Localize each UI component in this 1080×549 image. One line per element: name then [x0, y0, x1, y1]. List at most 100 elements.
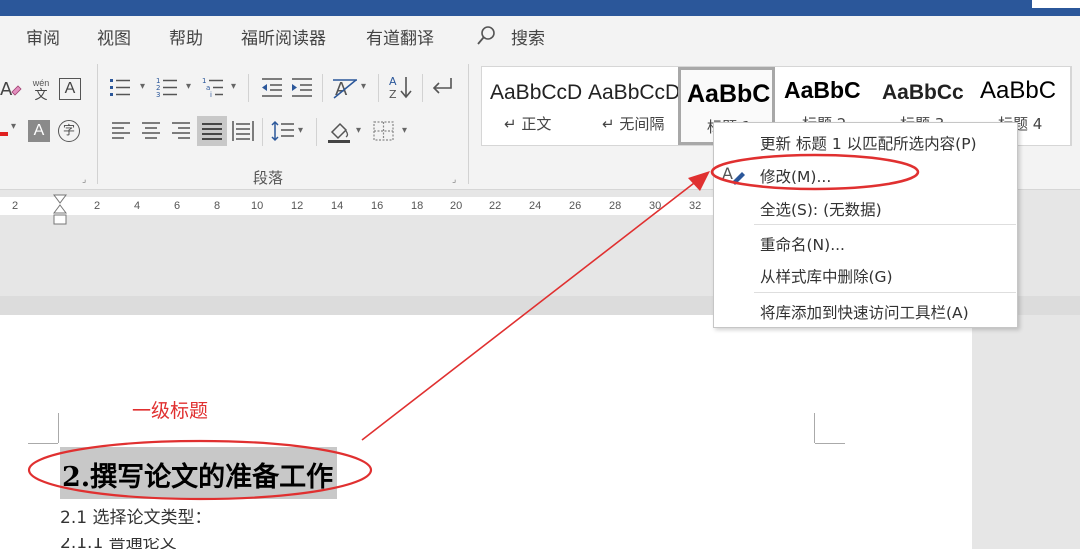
group-separator	[262, 118, 263, 146]
menu-item-add-to-quick-access[interactable]: 将库添加到快速访问工具栏(A)	[760, 301, 969, 323]
ribbon-tab-bar: 审阅 视图 帮助 福昕阅读器 有道翻译 搜索	[0, 16, 1080, 56]
style-no-spacing[interactable]: AaBbCcD ↵ 无间隔	[580, 67, 681, 145]
phonetic-guide-char: 文	[34, 87, 48, 102]
ruler-number: 30	[649, 200, 662, 212]
ruler-number: 26	[569, 200, 582, 212]
style-normal[interactable]: AaBbCcD ↵ 正文	[482, 67, 582, 145]
document-margin-area	[972, 315, 1080, 549]
svg-text:3: 3	[156, 91, 160, 98]
group-separator	[97, 64, 98, 184]
menu-item-rename[interactable]: 重命名(N)...	[760, 233, 845, 255]
sort-icon[interactable]: A Z	[387, 74, 415, 100]
svg-text:i: i	[210, 91, 212, 98]
crop-mark	[815, 443, 845, 444]
borders-icon[interactable]	[372, 120, 396, 142]
style-sample: AaBbCcD	[588, 81, 681, 104]
svg-text:A: A	[722, 164, 733, 183]
tab-help[interactable]: 帮助	[169, 24, 203, 49]
style-sample: AaBbC	[980, 77, 1057, 104]
ruler-number: 4	[134, 200, 141, 212]
document-body-line-partial[interactable]: 2.1.1 普通论文	[60, 538, 180, 549]
bullets-dropdown-icon[interactable]: ▾	[140, 82, 145, 92]
title-bar	[0, 0, 1080, 16]
font-color-dropdown-icon[interactable]: ▾	[11, 122, 16, 132]
enclose-characters-button[interactable]: 字	[58, 120, 80, 142]
decrease-indent-icon[interactable]	[258, 76, 286, 98]
ruler-number: 10	[251, 200, 264, 212]
multilevel-list-icon[interactable]: 1ai	[201, 76, 229, 98]
ruler-number: 8	[214, 200, 221, 212]
crop-mark	[58, 413, 59, 443]
tab-view[interactable]: 视图	[97, 24, 131, 49]
style-sample: AaBbC	[687, 80, 771, 108]
ruler-number: 2	[94, 200, 101, 212]
style-context-menu: 更新 标题 1 以匹配所选内容(P) A 修改(M)... 全选(S): (无数…	[713, 122, 1018, 328]
menu-item-remove-from-gallery[interactable]: 从样式库中删除(G)	[760, 265, 893, 287]
tab-youdao-translate[interactable]: 有道翻译	[366, 24, 434, 49]
chinese-layout-dropdown-icon[interactable]: ▾	[361, 82, 366, 92]
shading-dropdown-icon[interactable]: ▾	[356, 126, 361, 136]
paragraph-dialog-launcher-icon[interactable]: ⌟	[452, 174, 462, 184]
window-corner	[1032, 0, 1080, 8]
crop-mark	[28, 443, 58, 444]
ruler-number: 12	[291, 200, 304, 212]
indent-marker-icon[interactable]	[53, 193, 67, 225]
menu-item-select-all[interactable]: 全选(S): (无数据)	[760, 198, 882, 220]
font-color-swatch	[0, 132, 8, 136]
styles-gallery-scroll[interactable]	[1071, 66, 1080, 146]
align-right-icon[interactable]	[170, 120, 194, 142]
distributed-align-icon[interactable]	[231, 120, 255, 142]
chinese-layout-icon[interactable]: A	[331, 76, 359, 100]
font-dialog-launcher-icon[interactable]: ⌟	[82, 174, 92, 184]
document-heading-1[interactable]: 2.撰写论文的准备工作	[60, 447, 338, 499]
clear-formatting-icon[interactable]: A	[0, 78, 22, 100]
phonetic-guide-button[interactable]: wén 文	[29, 78, 53, 102]
align-left-icon[interactable]	[110, 120, 134, 142]
group-separator	[422, 74, 423, 102]
group-separator	[322, 74, 323, 102]
tab-review[interactable]: 审阅	[26, 24, 60, 49]
align-center-icon[interactable]	[140, 120, 164, 142]
increase-indent-icon[interactable]	[288, 76, 316, 98]
line-spacing-dropdown-icon[interactable]: ▾	[298, 126, 303, 136]
group-separator	[378, 74, 379, 102]
document-body-line-text: 2.1.1 普通论文	[60, 538, 177, 549]
style-name: ↵ 正文	[504, 115, 552, 133]
search-icon[interactable]	[476, 25, 496, 47]
group-separator	[248, 74, 249, 102]
annotation-label: 一级标题	[132, 400, 209, 422]
tab-foxit-reader[interactable]: 福昕阅读器	[241, 24, 326, 49]
ruler-number: 24	[529, 200, 542, 212]
ruler-number: 6	[174, 200, 181, 212]
justify-button[interactable]	[197, 116, 227, 146]
crop-mark	[814, 413, 815, 443]
line-spacing-icon[interactable]	[271, 120, 295, 142]
svg-text:A: A	[335, 79, 348, 100]
justify-icon	[202, 123, 222, 140]
menu-item-update-style[interactable]: 更新 标题 1 以匹配所选内容(P)	[760, 132, 977, 154]
ruler-number: 2	[12, 200, 19, 212]
numbering-dropdown-icon[interactable]: ▾	[186, 82, 191, 92]
ruler-number: 18	[411, 200, 424, 212]
bullets-icon[interactable]	[108, 76, 136, 98]
show-formatting-marks-icon[interactable]	[429, 76, 457, 98]
paragraph-group-label: 段落	[253, 169, 284, 187]
character-border-button[interactable]: A	[59, 78, 81, 100]
group-separator	[316, 118, 317, 146]
ruler-number: 14	[331, 200, 344, 212]
document-body-line[interactable]: 2.1 选择论文类型：	[60, 503, 211, 528]
borders-dropdown-icon[interactable]: ▾	[402, 126, 407, 136]
numbering-icon[interactable]: 123	[155, 76, 183, 98]
multilevel-list-dropdown-icon[interactable]: ▾	[231, 82, 236, 92]
menu-item-modify[interactable]: 修改(M)...	[760, 165, 831, 187]
ruler-number: 32	[689, 200, 702, 212]
tab-search[interactable]: 搜索	[511, 24, 545, 49]
svg-text:A: A	[0, 79, 13, 100]
shading-icon[interactable]	[326, 118, 352, 144]
menu-separator	[754, 224, 1016, 225]
character-shading-button[interactable]: A	[28, 120, 50, 142]
style-sample: AaBbCc	[882, 81, 964, 104]
ruler-number: 16	[371, 200, 384, 212]
style-name: ↵ 无间隔	[602, 115, 665, 133]
svg-text:Z: Z	[389, 88, 397, 100]
